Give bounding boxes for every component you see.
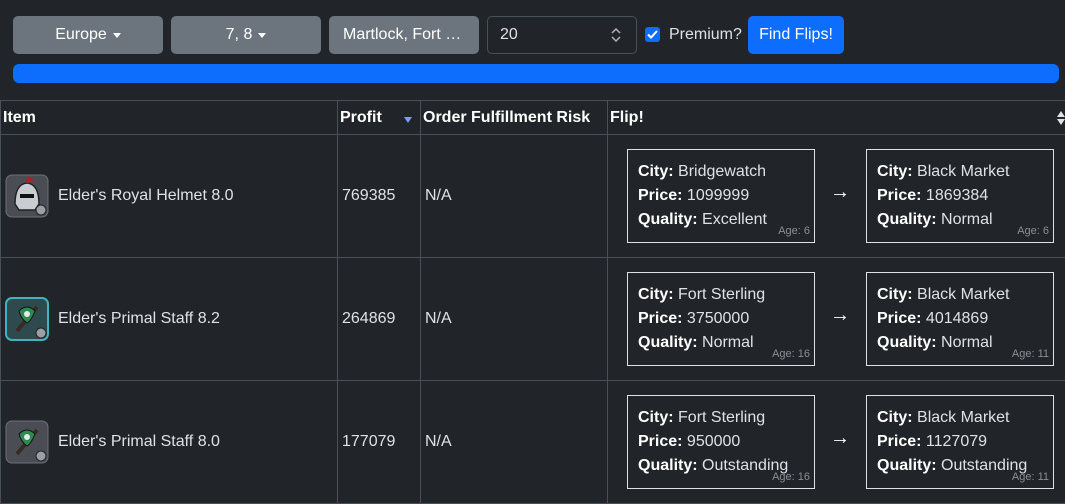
table-row: Elder's Primal Staff 8.0 177079 N/A City… [1, 381, 1065, 504]
table-row: Elder's Primal Staff 8.2 264869 N/A City… [1, 258, 1065, 381]
target-price: 4014869 [926, 310, 988, 327]
progress-fill [13, 64, 1059, 83]
progress-bar [13, 64, 1059, 83]
target-city: Black Market [917, 409, 1009, 426]
cities-dropdown[interactable]: Martlock, Fort Sterling, Bridgewatch, Bl… [329, 16, 479, 54]
premium-label[interactable]: Premium? [669, 26, 742, 44]
region-label: Europe [55, 26, 107, 44]
profit-cell: 264869 [338, 258, 421, 381]
find-flips-button[interactable]: Find Flips! [748, 16, 844, 54]
header-flip[interactable]: Flip! [608, 101, 1065, 135]
item-name: Elder's Primal Staff 8.0 [58, 433, 220, 451]
region-dropdown[interactable]: Europe [13, 16, 163, 54]
arrow-right-icon: → [830, 427, 850, 450]
risk-cell: N/A [421, 135, 608, 258]
target-quality: Normal [941, 334, 993, 351]
target-quality: Normal [941, 211, 993, 228]
caret-down-icon [258, 33, 266, 38]
item-name: Elder's Royal Helmet 8.0 [58, 187, 234, 205]
source-price: 950000 [687, 433, 740, 450]
source-city: Fort Sterling [678, 409, 765, 426]
table-row: Elder's Royal Helmet 8.0 769385 N/A City… [1, 135, 1065, 258]
staff-icon [5, 297, 49, 341]
source-city: Bridgewatch [678, 163, 766, 180]
source-quality: Excellent [702, 211, 767, 228]
flips-table: Item Profit Order Fulfillment Risk Flip! [0, 100, 1065, 504]
count-input[interactable]: 20 [487, 16, 637, 54]
source-order-box: City: Bridgewatch Price: 1099999 Quality… [627, 149, 815, 243]
spinner-icon[interactable] [610, 27, 622, 43]
checkmark-icon [647, 30, 658, 39]
source-price: 1099999 [687, 187, 749, 204]
flip-cell: City: Fort Sterling Price: 950000 Qualit… [608, 381, 1065, 504]
caret-down-icon [113, 33, 121, 38]
count-value: 20 [500, 26, 518, 44]
source-order-box: City: Fort Sterling Price: 3750000 Quali… [627, 272, 815, 366]
target-city: Black Market [917, 163, 1009, 180]
premium-checkbox[interactable] [645, 27, 660, 42]
profit-cell: 177079 [338, 381, 421, 504]
source-order-box: City: Fort Sterling Price: 950000 Qualit… [627, 395, 815, 489]
tier-label: 7, 8 [226, 26, 253, 44]
target-age: Age: 11 [1012, 348, 1049, 360]
flip-cell: City: Fort Sterling Price: 3750000 Quali… [608, 258, 1065, 381]
item-name: Elder's Primal Staff 8.2 [58, 310, 220, 328]
header-profit[interactable]: Profit [338, 101, 421, 135]
staff-icon [5, 420, 49, 464]
cities-label: Martlock, Fort Sterling, Bridgewatch, Bl… [343, 26, 469, 44]
risk-cell: N/A [421, 381, 608, 504]
source-price: 3750000 [687, 310, 749, 327]
sort-icon [1057, 110, 1065, 126]
sort-desc-icon [404, 117, 412, 123]
source-age: Age: 16 [772, 471, 810, 483]
flip-cell: City: Bridgewatch Price: 1099999 Quality… [608, 135, 1065, 258]
target-order-box: City: Black Market Price: 1869384 Qualit… [866, 149, 1054, 243]
source-age: Age: 6 [778, 225, 810, 237]
arrow-right-icon: → [830, 181, 850, 204]
toolbar: Europe 7, 8 Martlock, Fort Sterling, Bri… [0, 0, 1065, 100]
item-cell: Elder's Royal Helmet 8.0 [1, 135, 338, 258]
source-city: Fort Sterling [678, 286, 765, 303]
source-quality: Normal [702, 334, 754, 351]
target-order-box: City: Black Market Price: 1127079 Qualit… [866, 395, 1054, 489]
arrow-right-icon: → [830, 304, 850, 327]
target-price: 1127079 [926, 433, 987, 450]
header-risk[interactable]: Order Fulfillment Risk [421, 101, 608, 135]
item-cell: Elder's Primal Staff 8.2 [1, 258, 338, 381]
header-item[interactable]: Item [1, 101, 338, 135]
target-age: Age: 11 [1012, 471, 1049, 483]
helmet-icon [5, 174, 49, 218]
item-cell: Elder's Primal Staff 8.0 [1, 381, 338, 504]
profit-cell: 769385 [338, 135, 421, 258]
target-order-box: City: Black Market Price: 4014869 Qualit… [866, 272, 1054, 366]
target-age: Age: 6 [1017, 225, 1049, 237]
target-city: Black Market [917, 286, 1009, 303]
tier-dropdown[interactable]: 7, 8 [171, 16, 321, 54]
risk-cell: N/A [421, 258, 608, 381]
target-price: 1869384 [926, 187, 988, 204]
source-age: Age: 16 [772, 348, 810, 360]
